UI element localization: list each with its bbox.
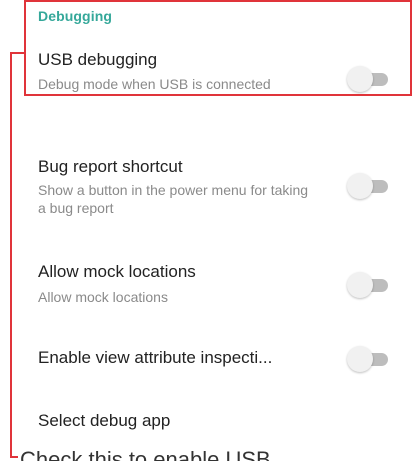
- switch-thumb: [347, 173, 373, 199]
- view-attribute-inspection-toggle[interactable]: [347, 346, 391, 372]
- setting-title: Bug report shortcut: [38, 157, 183, 176]
- setting-allow-mock-locations[interactable]: Allow mock locations Allow mock location…: [0, 258, 414, 318]
- setting-bug-report-shortcut[interactable]: Bug report shortcut Show a button in the…: [0, 150, 414, 228]
- developer-options-screen: Debugging USB debugging Debug mode when …: [0, 0, 414, 461]
- callout-connector: [10, 456, 18, 458]
- switch-thumb: [347, 272, 373, 298]
- setting-title: Select debug app: [38, 411, 171, 430]
- callout-connector: [10, 52, 24, 54]
- setting-title: Enable view attribute inspecti...: [38, 348, 273, 367]
- highlight-box: [24, 0, 412, 96]
- setting-view-attribute-inspection[interactable]: Enable view attribute inspecti...: [0, 343, 414, 383]
- setting-title: Allow mock locations: [38, 262, 196, 281]
- allow-mock-locations-toggle[interactable]: [347, 272, 391, 298]
- setting-select-debug-app[interactable]: Select debug app: [0, 405, 414, 441]
- switch-thumb: [347, 346, 373, 372]
- callout-text: Check this to enable USB: [20, 447, 271, 461]
- callout-line: [10, 52, 12, 457]
- bug-report-shortcut-toggle[interactable]: [347, 173, 391, 199]
- setting-summary: Show a button in the power menu for taki…: [38, 182, 309, 216]
- setting-summary: Allow mock locations: [38, 289, 168, 305]
